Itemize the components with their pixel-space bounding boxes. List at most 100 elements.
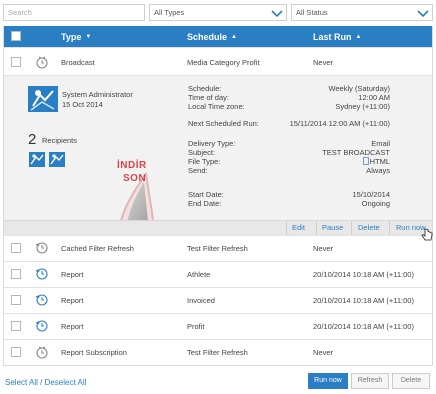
search-input[interactable]: Search [3, 4, 145, 21]
row-checkbox[interactable] [11, 57, 21, 67]
type-filter-value: All Types [154, 8, 185, 17]
row-last-run: Never [313, 244, 334, 253]
table-row[interactable]: Report Invoiced 20/10/2014 10:18 AM (+11… [4, 287, 432, 313]
last-run-header-label: Last Run [313, 31, 352, 42]
row-action-bar: Edit Pause Delete Run now [4, 220, 432, 236]
row-type: Report [61, 270, 84, 279]
table-row[interactable]: Report Athlete 20/10/2014 10:18 AM (+11:… [4, 261, 432, 287]
row-checkbox[interactable] [11, 295, 21, 305]
chevron-down-icon [271, 10, 283, 18]
row-schedule: Test Filter Refresh [187, 244, 248, 253]
detail-label: Start Date: [188, 190, 224, 199]
detail-label: Send: [188, 166, 208, 175]
row-schedule: Test Filter Refresh [187, 348, 248, 357]
detail-value: Email [371, 139, 390, 148]
row-type: Report Subscription [61, 348, 127, 357]
detail-value: HTML [362, 157, 390, 166]
type-header-label: Type [61, 31, 82, 42]
row-last-run: Never [313, 58, 334, 67]
row-last-run: Never [313, 348, 334, 357]
detail-value: Always [366, 166, 390, 175]
select-all-link[interactable]: Select All / Deselect All [5, 378, 86, 387]
table-row[interactable]: Cached Filter Refresh Test Filter Refres… [4, 235, 432, 261]
delete-button[interactable]: Delete [392, 373, 430, 389]
clock-icon [36, 346, 48, 359]
table-row[interactable]: Report Profit 20/10/2014 10:18 AM (+11:0… [4, 313, 432, 339]
detail-value: 15/11/2014 12:00 AM (+11:00) [289, 119, 390, 128]
detail-label: Schedule: [188, 84, 222, 93]
schedule-table: Type ▼ Schedule ▲ Last Run ▲ Broadcast Medi… [3, 26, 433, 366]
status-filter-value: All Status [296, 8, 328, 17]
detail-value: 15/10/2014 [352, 190, 390, 199]
sort-asc-icon: ▲ [355, 34, 362, 41]
clock-refresh-icon [35, 294, 48, 306]
recipient-label: Recipients [42, 136, 78, 145]
sort-asc-icon: ▲ [231, 34, 237, 41]
row-type: Report [61, 322, 84, 331]
row-schedule: Media Category Profit [187, 58, 260, 67]
chevron-down-icon [417, 10, 429, 18]
row-type: Broadcast [61, 58, 95, 67]
clock-refresh-icon [35, 242, 48, 254]
owner-date: 15 Oct 2014 [62, 100, 103, 109]
file-type-text: HTML [369, 157, 390, 166]
detail-value: Ongoing [361, 199, 390, 208]
row-checkbox[interactable] [11, 269, 21, 279]
divider [316, 221, 317, 236]
row-type: Report [61, 296, 84, 305]
detail-value: TEST BROADCAST [322, 148, 390, 157]
divider [286, 221, 287, 236]
detail-label: Time of day: [188, 93, 229, 102]
recipient-avatar-icon[interactable] [49, 152, 65, 167]
row-schedule: Invoiced [187, 296, 215, 305]
table-row[interactable]: Broadcast Media Category Profit Never [4, 47, 432, 75]
refresh-button[interactable]: Refresh [351, 373, 389, 389]
user-avatar-icon [28, 86, 58, 112]
detail-value: 12:00 AM [358, 93, 390, 102]
hand-cursor-icon [421, 228, 433, 241]
detail-label: End Date: [188, 199, 222, 208]
watermark-text-2: SON [123, 173, 147, 184]
divider [389, 221, 390, 236]
row-last-run: 20/10/2014 10:18 AM (+11:00) [313, 296, 414, 305]
detail-label: Subject: [188, 148, 216, 157]
delete-link[interactable]: Delete [358, 223, 380, 232]
type-filter-select[interactable]: All Types [149, 4, 287, 21]
row-checkbox[interactable] [11, 321, 21, 331]
schedule-column-header[interactable]: Schedule ▲ [187, 32, 237, 42]
clock-refresh-icon [35, 268, 48, 280]
pause-link[interactable]: Pause [322, 223, 343, 232]
last-run-column-header[interactable]: Last Run ▲ [313, 32, 361, 42]
divider [351, 221, 352, 236]
row-type: Cached Filter Refresh [61, 244, 134, 253]
recipient-avatar-icon[interactable] [29, 152, 45, 167]
row-detail-panel: System Administrator 15 Oct 2014 2 Recip… [4, 75, 432, 298]
row-checkbox[interactable] [11, 347, 21, 357]
row-last-run: 20/10/2014 10:18 AM (+11:00) [313, 322, 414, 331]
row-schedule: Profit [187, 322, 205, 331]
detail-label: Delivery Type: [188, 139, 236, 148]
clock-icon [36, 56, 48, 69]
detail-label: File Type: [188, 157, 221, 166]
owner-name: System Administrator [62, 90, 133, 99]
edit-link[interactable]: Edit [292, 223, 305, 232]
sort-desc-icon: ▼ [85, 34, 92, 41]
html-file-icon [362, 157, 369, 165]
detail-value: Sydney (+11:00) [335, 102, 390, 111]
row-schedule: Athlete [187, 270, 211, 279]
recipient-count: 2 [28, 131, 37, 148]
type-column-header[interactable]: Type ▼ [61, 32, 91, 42]
detail-label: Next Scheduled Run: [188, 119, 259, 128]
select-all-checkbox[interactable] [11, 31, 21, 41]
clock-refresh-icon [35, 320, 48, 332]
run-now-button[interactable]: Run now [308, 373, 348, 389]
row-checkbox[interactable] [11, 243, 21, 253]
schedule-header-label: Schedule [187, 31, 228, 42]
table-header: Type ▼ Schedule ▲ Last Run ▲ [4, 26, 432, 47]
table-row[interactable]: Report Subscription Test Filter Refresh … [4, 339, 432, 365]
row-last-run: 20/10/2014 10:18 AM (+11:00) [313, 270, 414, 279]
filter-bar: Search All Types All Status [3, 4, 433, 22]
watermark-text-1: İNDİR [117, 160, 147, 171]
status-filter-select[interactable]: All Status [291, 4, 433, 21]
detail-label: Local Time zone: [188, 102, 245, 111]
